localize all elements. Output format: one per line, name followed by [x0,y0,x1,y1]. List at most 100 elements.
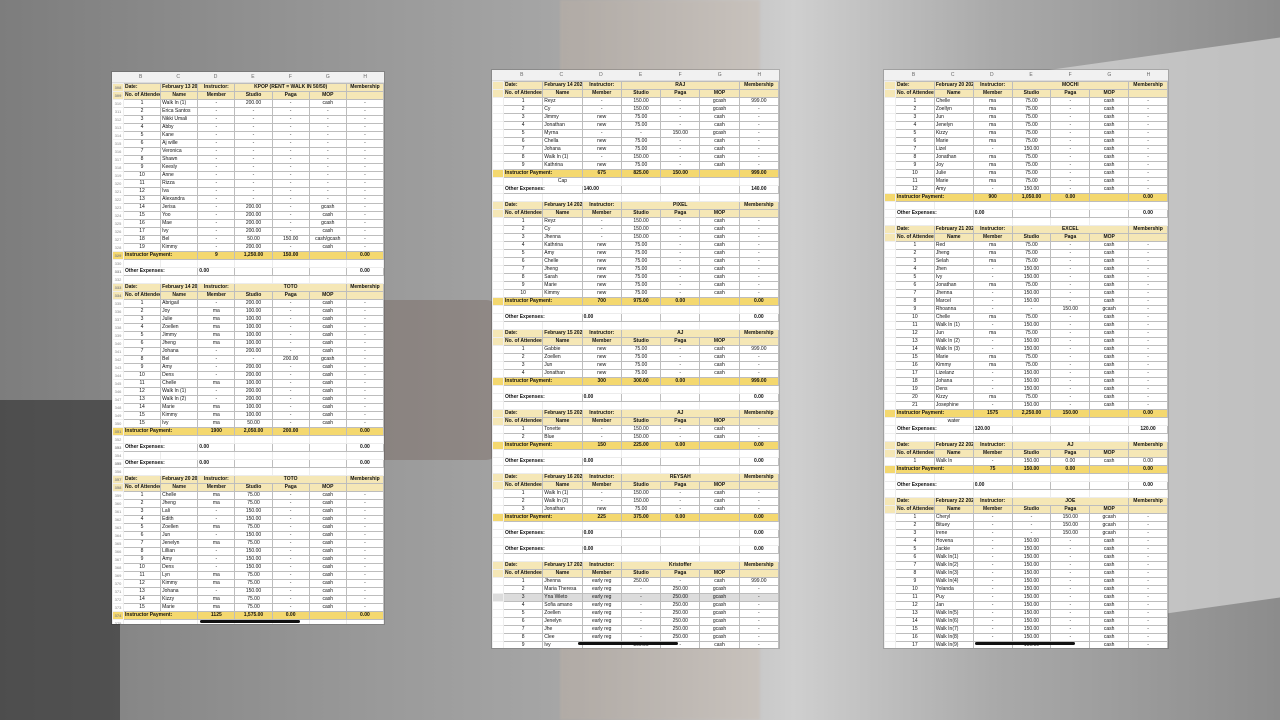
attendee-cell: Red [933,241,974,250]
attendee-cell: 150.00 [1011,585,1052,594]
cell [502,193,544,202]
cell [271,435,310,444]
scroll-indicator-right[interactable] [975,642,1075,645]
cell [738,449,779,458]
attendee-cell: cash [699,241,740,250]
instructor-payment-row: Instructor Payment: 675 825.00 150.00 999.00 [492,169,779,178]
scroll-indicator-left[interactable] [200,620,300,623]
other-expenses-row: Other Expenses: 0.00 0.00 [492,313,779,322]
attendee-cell: ma [972,137,1013,146]
attendee-row: 366 8 Lillian -150.00- cash - [112,547,384,556]
attendee-cell: 3 [502,113,544,122]
attendee-cell: - [271,379,310,388]
attendee-cell: - [308,115,347,124]
column-letter: C [176,74,180,80]
row-number: 319 [112,171,124,180]
column-header-row: No. of Attendees Name Member Studio Paga MOP [492,481,779,490]
attendee-cell: - [197,531,236,540]
row-number [492,161,504,170]
row-number [492,97,504,106]
expenses-total: 0.00 [1128,209,1168,218]
membership-header: Membership [738,201,779,210]
attendee-cell: - [1050,161,1091,170]
attendee-cell: 150.00 [1011,297,1052,306]
attendee-row: 364 6 Jun -150.00- cash - [112,531,384,540]
row-number [492,321,504,330]
attendee-cell: Walk In(7) [933,625,974,634]
attendee-cell: Josephine [933,401,974,410]
attendee-cell: gcash [699,129,740,138]
expenses-total: 0.00 [738,313,779,322]
attendee-cell: - [581,225,622,234]
date-value: February 14 2024 [160,283,199,292]
attendee-cell: - [345,563,384,572]
col-mop: MOP [1089,449,1130,458]
attendee-cell: - [197,587,236,596]
attendee-cell: new [581,137,622,146]
row-number [492,465,504,474]
attendee-cell: 1 [122,491,162,500]
attendee-cell: cash [1089,185,1130,194]
attendee-cell: ma [972,105,1013,114]
attendee-cell: ma [972,361,1013,370]
attendee-cell: 150.00 [1011,369,1052,378]
attendee-cell: cash [1089,313,1130,322]
attendee-cell: Dens [160,563,199,572]
attendee-cell: new [581,361,622,370]
cell [1011,209,1052,218]
blank-row [884,217,1168,226]
column-letter: D [213,74,218,80]
membership-header: Membership [1128,441,1168,450]
attendee-cell: - [271,115,310,124]
attendee-row: 5 Amy new 75.00- cash - [492,249,779,258]
attendee-cell: - [1050,329,1091,338]
attendee-cell: - [738,617,779,626]
cell [308,259,347,268]
date-value: February 13 2024 [160,83,199,92]
row-number [492,281,504,290]
attendee-cell: 17 [895,369,935,378]
instructor-name: REYSAH [620,473,740,482]
attendee-cell: 2 [122,307,162,316]
attendee-row: 7 Jheng new 75.00- cash - [492,265,779,274]
attendee-cell: Yoo [160,211,199,220]
cell [1089,481,1130,490]
attendee-cell: Marie [160,603,199,612]
attendee-cell: - [308,139,347,148]
row-number [492,601,504,610]
cell [660,457,701,466]
column-letter-header: BCDEFGH [884,70,1168,81]
cell [1089,489,1130,498]
attendee-cell: 200.00 [234,211,273,220]
attendee-cell: 15 [122,411,162,420]
instructor-label: Instructor: [972,225,1013,234]
attendee-cell: - [345,227,384,236]
attendee-row: 3 Jun ma 75.00- cash - [884,113,1168,122]
attendee-cell: - [972,609,1013,618]
cell [1011,489,1052,498]
membership-header: Membership [738,561,779,570]
scroll-indicator-middle[interactable] [578,642,678,645]
attendee-cell: 1 [895,513,935,522]
attendee-cell: - [197,363,236,372]
row-number [884,433,896,442]
attendee-cell: ma [197,339,236,348]
attendee-cell: cash [308,539,347,548]
col-membership [738,337,779,346]
instructor-label: Instructor: [581,561,622,570]
row-number: 349 [112,411,124,420]
attendee-cell: - [660,233,701,242]
attendee-row: 13 Walk In (2) -150.00- cash - [884,337,1168,346]
col-studio: Studio [234,91,273,100]
attendee-cell: - [972,185,1013,194]
other-expenses-label: Other Expenses: [503,545,583,554]
attendee-cell: 6 [895,281,935,290]
membership-total: 0.00 [345,251,384,260]
column-letter-header: BCDEFGH [492,70,779,81]
attendee-cell: 13 [895,609,935,618]
row-number: 326 [112,227,124,236]
instructor-label: Instructor: [972,497,1013,506]
cell [620,545,662,554]
attendee-cell: Aj wille [160,139,199,148]
attendee-row: 372 14 Kizzy ma 75.00- cash - [112,595,384,604]
